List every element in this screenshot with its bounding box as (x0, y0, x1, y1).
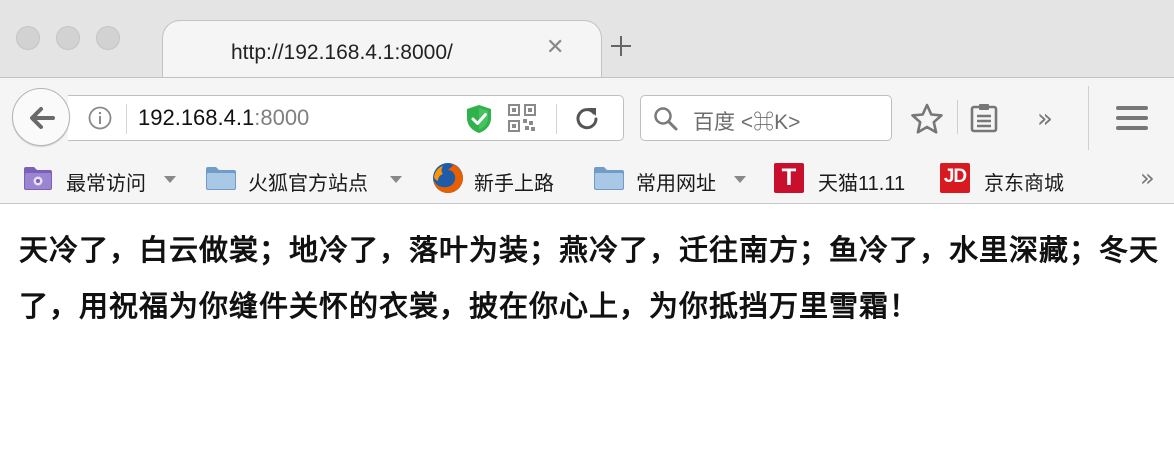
url-text[interactable]: 192.168.4.1:8000 (138, 105, 309, 131)
qr-code-icon[interactable] (508, 104, 536, 132)
search-icon (654, 107, 678, 131)
bookmark-firefox-sites[interactable]: 火狐官方站点 (204, 160, 410, 198)
url-host: 192.168.4.1 (138, 105, 255, 130)
bookmark-common-sites[interactable]: 常用网址 (592, 160, 752, 198)
search-placeholder: 百度 <⌘K> (693, 111, 801, 134)
window-maximize-button[interactable] (96, 26, 120, 50)
navigation-toolbar: 192.168.4.1:8000 百度 <⌘K> » (0, 77, 1174, 157)
url-separator (126, 104, 127, 134)
url-separator-2 (556, 104, 557, 134)
bookmarks-toolbar: 最常访问 火狐官方站点 新手上路 常用网址 T 天猫11.11 JD 京东商城 … (0, 156, 1174, 204)
tmall-glyph: T (781, 164, 797, 191)
hamburger-menu-icon[interactable] (1116, 106, 1148, 130)
plus-icon[interactable] (607, 32, 635, 60)
bookmark-tmall[interactable]: T 天猫11.11 (774, 160, 922, 198)
bookmark-jd[interactable]: JD 京东商城 (940, 160, 1080, 198)
page-text: 天冷了，白云做裳；地冷了，落叶为装；燕冷了，迁往南方；鱼冷了，水里深藏；冬天了，… (19, 233, 1160, 323)
firefox-icon (433, 163, 463, 193)
page-content: 天冷了，白云做裳；地冷了，落叶为装；燕冷了，迁往南方；鱼冷了，水里深藏；冬天了，… (0, 204, 1174, 460)
chevron-down-icon (390, 176, 402, 183)
toolbar-separator-2 (1088, 86, 1089, 150)
tab-title: http://192.168.4.1:8000/ (231, 41, 453, 64)
folder-icon (594, 167, 624, 190)
most-visited-folder-icon (24, 167, 52, 190)
jd-glyph: JD (943, 166, 967, 187)
back-arrow-icon (30, 107, 55, 129)
bookmark-label: 常用网址 (636, 171, 716, 195)
bookmark-label: 新手上路 (474, 171, 554, 195)
chevron-down-icon (734, 176, 746, 183)
url-port: :8000 (254, 105, 310, 130)
bookmark-getting-started[interactable]: 新手上路 (432, 160, 572, 198)
active-tab[interactable]: http://192.168.4.1:8000/ ✕ (162, 20, 602, 78)
bookmark-most-visited[interactable]: 最常访问 (22, 160, 182, 198)
tab-strip: http://192.168.4.1:8000/ ✕ (0, 0, 1174, 78)
bookmarks-overflow-chevron-icon[interactable]: » (1140, 164, 1155, 192)
bookmark-label: 火狐官方站点 (248, 171, 368, 195)
bookmark-label: 京东商城 (984, 171, 1064, 195)
bookmark-label: 天猫11.11 (818, 173, 906, 195)
close-icon[interactable]: ✕ (546, 35, 564, 60)
toolbar-separator (957, 100, 958, 134)
window-close-button[interactable] (16, 26, 40, 50)
reload-icon[interactable] (574, 105, 600, 131)
reader-list-icon[interactable] (970, 103, 998, 133)
bookmark-label: 最常访问 (66, 171, 146, 195)
info-icon[interactable] (88, 106, 112, 130)
shield-check-icon[interactable] (465, 104, 493, 134)
search-bar[interactable]: 百度 <⌘K> (640, 95, 892, 141)
folder-icon (206, 167, 236, 190)
back-button[interactable] (12, 88, 70, 146)
jd-icon: JD (940, 163, 970, 193)
tmall-icon: T (774, 163, 804, 193)
chevron-down-icon (164, 176, 176, 183)
overflow-chevron-icon[interactable]: » (1037, 104, 1053, 134)
url-bar[interactable]: 192.168.4.1:8000 (68, 95, 624, 141)
window-minimize-button[interactable] (56, 26, 80, 50)
star-icon[interactable] (910, 103, 944, 135)
